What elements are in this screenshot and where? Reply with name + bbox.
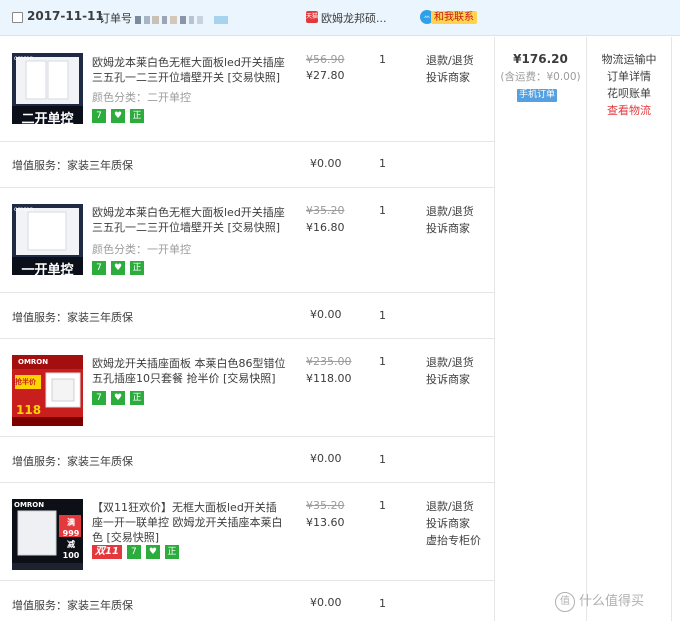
thumbnail-brand: OMRON — [18, 358, 49, 366]
thumbnail-caption: 二开单控 — [21, 112, 74, 127]
service-price: ¥0.00 — [310, 157, 342, 170]
complain-link[interactable]: 投诉商家 — [426, 515, 481, 532]
refund-link[interactable]: 退款/退货 — [426, 354, 474, 371]
thumbnail-caption: 满999减100 — [62, 518, 80, 560]
tmall-shop-icon: 天猫 — [306, 11, 318, 23]
thumbnail-caption: 一开单控 — [21, 263, 74, 278]
refund-link[interactable]: 退款/退货 — [426, 203, 474, 220]
service-quantity: 1 — [379, 309, 386, 322]
paid-price: ¥118.00 — [306, 372, 352, 385]
product-title-link[interactable]: 欧姆龙本莱白色无框大面板led开关插座三五孔一二三开位墙壁开关 [交易快照] — [92, 55, 287, 85]
seven-day-return-icon[interactable]: 7 — [92, 261, 106, 275]
original-price: ¥35.20 — [306, 499, 345, 512]
thumbnail-brand: OMRON — [14, 501, 45, 509]
service-label: 增值服务：家装三年质保 — [12, 159, 133, 172]
row-divider — [0, 338, 494, 339]
genuine-icon[interactable]: 正 — [130, 391, 144, 405]
service-badges: 双11 7 ♥ 正 — [92, 545, 184, 559]
shop-name-link[interactable]: 欧姆龙邦硕... — [321, 10, 387, 26]
service-quantity: 1 — [379, 157, 386, 170]
row-divider — [0, 436, 494, 437]
huabei-bill-link[interactable]: 花呗账单 — [587, 85, 671, 102]
refund-link[interactable]: 退款/退货 — [426, 52, 474, 69]
service-price: ¥0.00 — [310, 308, 342, 321]
watermark-text: 什么值得买 — [579, 594, 645, 609]
service-quantity: 1 — [379, 597, 386, 610]
service-price: ¥0.00 — [310, 452, 342, 465]
paid-price: ¥16.80 — [306, 221, 345, 234]
quantity: 1 — [379, 204, 386, 217]
product-title-link[interactable]: 欧姆龙开关插座面板 本莱白色86型错位五孔插座10只套餐 抢半价 [交易快照] — [92, 356, 287, 386]
service-quantity: 1 — [379, 453, 386, 466]
item-actions: 退款/退货 投诉商家 — [426, 203, 474, 237]
shield-icon[interactable]: ♥ — [145, 545, 160, 559]
order-total-cell: ¥176.20 (含运费：¥0.00) 手机订单 — [495, 0, 586, 120]
mobile-order-badge: 手机订单 — [517, 89, 557, 102]
thumbnail-number: 118 — [16, 403, 42, 417]
paid-price: ¥27.80 — [306, 69, 345, 82]
shield-icon[interactable]: ♥ — [111, 261, 125, 275]
product-variant: 颜色分类：一开单控 — [92, 243, 191, 256]
shield-icon[interactable]: ♥ — [111, 109, 125, 123]
order-detail-link[interactable]: 订单详情 — [587, 68, 671, 85]
quantity: 1 — [379, 355, 386, 368]
genuine-icon[interactable]: 正 — [164, 545, 179, 559]
item-actions: 退款/退货 投诉商家 虚抬专柜价 — [426, 498, 481, 549]
service-label: 增值服务：家装三年质保 — [12, 455, 133, 468]
logistics-status: 物流运输中 — [601, 53, 657, 66]
refund-link[interactable]: 退款/退货 — [426, 498, 481, 515]
order-date: 2017-11-11 — [27, 9, 104, 23]
order-total-amount: ¥176.20 — [513, 52, 568, 66]
service-label: 增值服务：家装三年质保 — [12, 599, 133, 612]
column-divider — [671, 37, 672, 621]
seven-day-return-icon[interactable]: 7 — [92, 391, 106, 405]
order-number-masked-tail — [214, 14, 228, 24]
complain-link[interactable]: 投诉商家 — [426, 69, 474, 86]
genuine-icon[interactable]: 正 — [130, 109, 144, 123]
service-label: 增值服务：家装三年质保 — [12, 311, 133, 324]
service-badges: 7 ♥ 正 — [92, 109, 149, 123]
complain-link[interactable]: 投诉商家 — [426, 220, 474, 237]
paid-price: ¥13.60 — [306, 516, 345, 529]
complain-link[interactable]: 投诉商家 — [426, 371, 474, 388]
order-select-checkbox[interactable] — [12, 12, 23, 23]
order-number-masked — [135, 14, 210, 24]
row-divider — [0, 292, 494, 293]
fake-price-report-link[interactable]: 虚抬专柜价 — [426, 532, 481, 549]
column-divider — [494, 37, 495, 621]
original-price: ¥35.20 — [306, 204, 345, 217]
product-variant: 颜色分类：二开单控 — [92, 91, 191, 104]
quantity: 1 — [379, 499, 386, 512]
watermark: 值什么值得买 — [555, 590, 644, 612]
original-price: ¥235.00 — [306, 355, 352, 368]
row-divider — [0, 580, 494, 581]
view-logistics-link[interactable]: 查看物流 — [587, 102, 671, 119]
seven-day-return-icon[interactable]: 7 — [126, 545, 141, 559]
column-divider — [586, 37, 587, 621]
service-badges: 7 ♥ 正 — [92, 261, 149, 275]
service-badges: 7 ♥ 正 — [92, 391, 149, 405]
shield-icon[interactable]: ♥ — [111, 391, 125, 405]
contact-label: 和我联系 — [431, 11, 477, 24]
seven-day-return-icon[interactable]: 7 — [92, 109, 106, 123]
smzdm-logo-icon: 值 — [555, 591, 575, 612]
order-number-label: 订单号 — [99, 12, 132, 25]
order-status-cell: 物流运输中 订单详情 花呗账单 查看物流 — [587, 51, 671, 119]
double-eleven-badge[interactable]: 双11 — [92, 545, 122, 559]
thumbnail-brand: omron — [14, 206, 34, 213]
service-price: ¥0.00 — [310, 596, 342, 609]
thumbnail-brand: omron — [14, 55, 34, 62]
item-actions: 退款/退货 投诉商家 — [426, 52, 474, 86]
genuine-icon[interactable]: 正 — [130, 261, 144, 275]
item-actions: 退款/退货 投诉商家 — [426, 354, 474, 388]
row-divider — [0, 482, 494, 483]
product-title-link[interactable]: 欧姆龙本莱白色无框大面板led开关插座三五孔一二三开位墙壁开关 [交易快照] — [92, 205, 287, 235]
row-divider — [0, 141, 494, 142]
thumbnail-caption: 抢半价 — [15, 378, 36, 386]
quantity: 1 — [379, 53, 386, 66]
product-title-link[interactable]: 【双11狂欢价】无框大面板led开关插座一开一联单控 欧姆龙开关插座本莱白色 [… — [92, 500, 287, 545]
shipping-fee: (含运费：¥0.00) — [500, 71, 581, 83]
original-price: ¥56.90 — [306, 53, 345, 66]
row-divider — [0, 187, 494, 188]
